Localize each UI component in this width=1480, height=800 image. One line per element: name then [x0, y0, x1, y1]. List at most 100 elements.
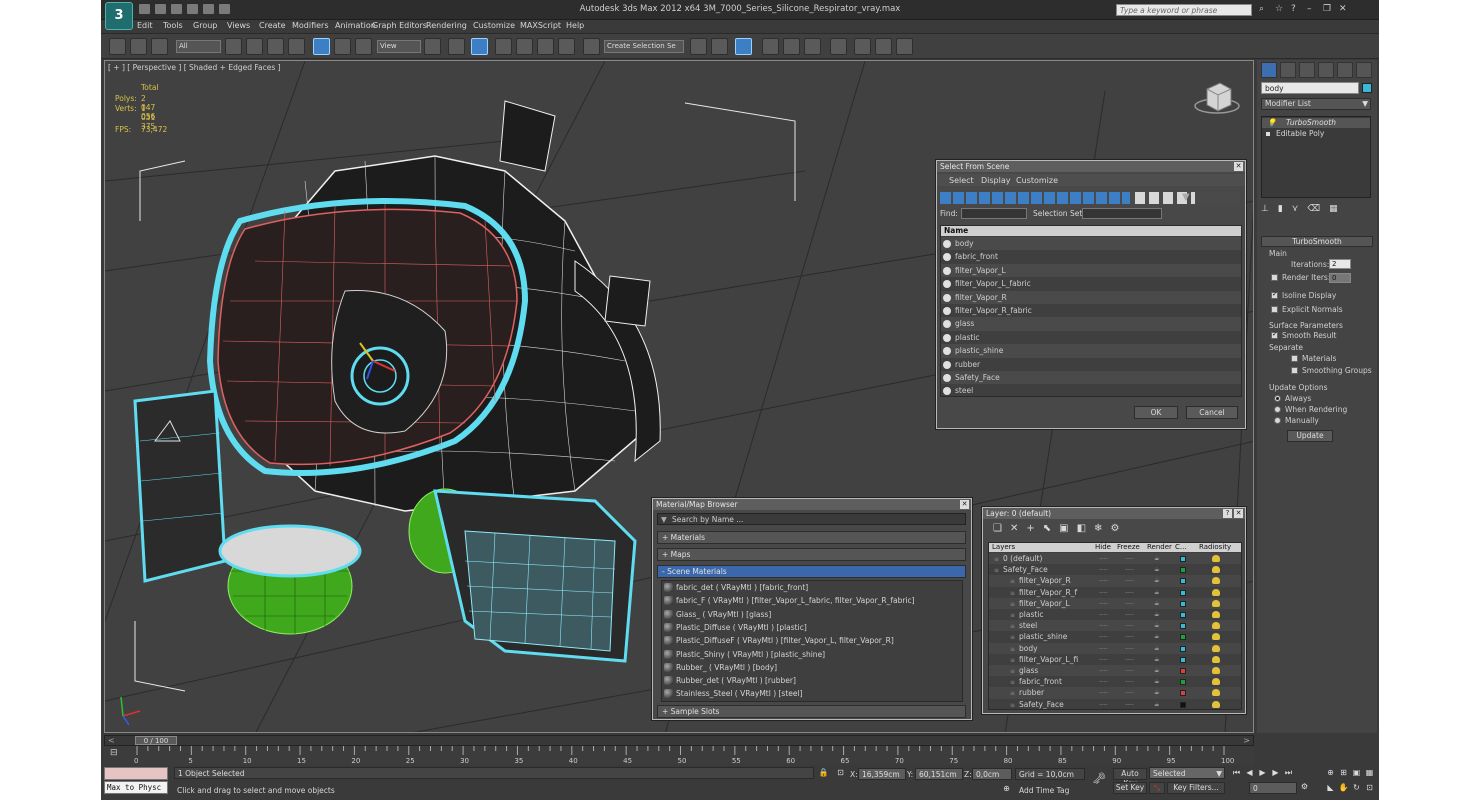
radiosity-bulb-icon[interactable] [1212, 700, 1220, 708]
material-item[interactable]: fabric_F ( VRayMtl ) [filter_Vapor_L_fab… [662, 594, 962, 607]
select-by-name-icon[interactable] [246, 38, 263, 55]
auto-key-button[interactable]: Auto Key [1113, 768, 1147, 788]
separate-materials-checkbox[interactable] [1291, 355, 1298, 362]
material-item[interactable]: fabric_det ( VRayMtl ) [fabric_front] [662, 581, 962, 594]
smooth-result-checkbox[interactable] [1271, 330, 1278, 339]
layer-color-swatch[interactable] [1180, 634, 1186, 641]
list-item[interactable]: glass [941, 317, 1241, 331]
binoculars-icon[interactable]: ⌕ [1259, 5, 1270, 15]
material-item[interactable]: Plastic_Shiny ( VRayMtl ) [plastic_shine… [662, 648, 962, 661]
freeze-toggle[interactable]: ---- [1125, 631, 1134, 642]
make-unique-icon[interactable]: ⋎ [1292, 204, 1299, 214]
render-teapot-icon[interactable]: ☕ [1154, 687, 1159, 698]
zoom-extents-all-icon[interactable]: ▦ [1364, 768, 1375, 779]
object-color-swatch[interactable] [1362, 83, 1372, 93]
edit-named-selection-icon[interactable] [583, 38, 600, 55]
key-filter-icon[interactable]: ⤡ [1149, 782, 1165, 794]
unlink-icon[interactable] [130, 38, 147, 55]
close-icon[interactable]: ✕ [1234, 509, 1243, 518]
radiosity-bulb-icon[interactable] [1212, 611, 1220, 618]
layer-color-swatch[interactable] [1180, 578, 1186, 585]
radiosity-bulb-icon[interactable] [1212, 633, 1220, 641]
help-icon[interactable]: ? [1291, 5, 1302, 15]
add-time-tag[interactable]: Add Time Tag [1019, 786, 1069, 795]
highlight-layer-icon[interactable]: ▣ [1059, 523, 1068, 534]
update-manually-radio[interactable] [1274, 417, 1281, 424]
explicit-normals-checkbox[interactable] [1271, 306, 1278, 313]
close-icon[interactable]: ✕ [1234, 162, 1243, 171]
select-in-layer-icon[interactable]: ⬉ [1043, 523, 1051, 534]
pivot-center-icon[interactable] [424, 38, 441, 55]
named-selection-set-dropdown[interactable]: Create Selection Se [604, 40, 684, 53]
hide-toggle[interactable]: ---- [1099, 643, 1108, 654]
hide-toggle[interactable]: ---- [1099, 676, 1108, 687]
update-when-rendering-radio[interactable] [1274, 406, 1281, 413]
layer-manager-title[interactable]: Layer: 0 (default) [983, 508, 1245, 519]
pan-icon[interactable]: ✋ [1338, 783, 1349, 794]
layer-row[interactable]: Safety_Face ≡ ---- ---- ☕ [989, 564, 1241, 575]
set-key-button[interactable]: Set Key [1113, 782, 1147, 794]
freeze-toggle[interactable]: ---- [1125, 643, 1134, 654]
material-item[interactable]: Stainless_Steel ( VRayMtl ) [steel] [662, 687, 962, 700]
layer-color-swatch[interactable] [1180, 701, 1186, 708]
column-layers[interactable]: Layers [992, 543, 1015, 552]
window-crossing-icon[interactable] [288, 38, 305, 55]
viewport-label[interactable]: [ + ] [ Perspective ] [ Shaded + Edged F… [108, 63, 281, 72]
select-object-icon[interactable] [225, 38, 242, 55]
render-teapot-icon[interactable]: ☕ [1154, 631, 1159, 642]
mirror-icon[interactable] [690, 38, 707, 55]
menu-edit[interactable]: Edit [137, 21, 153, 30]
render-iters-checkbox[interactable] [1271, 274, 1278, 281]
menu-tools[interactable]: Tools [163, 21, 183, 30]
layer-row[interactable]: filter_Vapor_R_f ≡ ---- ---- ☕ [989, 587, 1241, 598]
radiosity-bulb-icon[interactable] [1212, 655, 1220, 663]
group-scene-materials[interactable]: - Scene Materials [657, 565, 966, 578]
bulb-icon[interactable]: 💡 [1267, 118, 1276, 128]
create-layer-icon[interactable]: ❏ [993, 523, 1002, 534]
curve-editor-icon[interactable] [783, 38, 800, 55]
hide-toggle[interactable]: ---- [1099, 665, 1108, 676]
material-browser-title[interactable]: Material/Map Browser [653, 499, 971, 510]
funnel-icon[interactable]: ▼ [1182, 192, 1204, 204]
selection-set-dropdown[interactable] [1082, 208, 1162, 219]
radiosity-bulb-icon[interactable] [1212, 566, 1220, 574]
render-setup-icon[interactable] [854, 38, 871, 55]
menu-modifiers[interactable]: Modifiers [292, 21, 329, 30]
next-key-icon[interactable]: ▶ [1270, 768, 1281, 779]
orbit-icon[interactable]: ↻ [1351, 783, 1362, 794]
motion-tab-icon[interactable] [1318, 62, 1334, 78]
snap-toggle-icon[interactable] [495, 38, 512, 55]
hide-toggle[interactable]: ---- [1099, 631, 1108, 642]
close-icon[interactable]: ✕ [960, 500, 969, 509]
menu-customize[interactable]: Customize [473, 21, 515, 30]
maxscript-output[interactable]: Max to Physc [104, 781, 168, 794]
expand-icon[interactable] [1266, 132, 1270, 136]
dropdown-arrow-icon[interactable]: ▼ [661, 514, 667, 525]
list-item[interactable]: filter_Vapor_L [941, 263, 1241, 278]
hide-toggle[interactable]: ---- [1099, 564, 1108, 575]
layer-row[interactable]: rubber ≡ ---- ---- ☕ [989, 687, 1241, 699]
freeze-toggle[interactable]: ---- [1125, 665, 1134, 676]
layer-row[interactable]: body ≡ ---- ---- ☕ [989, 642, 1241, 654]
hide-toggle[interactable]: ---- [1099, 587, 1108, 598]
layer-row[interactable]: Safety_Face ≡ ---- ---- ☕ [989, 699, 1241, 709]
utilities-tab-icon[interactable] [1356, 62, 1372, 78]
render-teapot-icon[interactable]: ☕ [1154, 676, 1159, 687]
prev-frame-icon[interactable]: < [105, 736, 135, 745]
layer-manager-icon[interactable] [735, 38, 752, 55]
search-input[interactable]: Type a keyword or phrase [1116, 4, 1252, 16]
menu-customize[interactable]: Customize [1016, 176, 1058, 185]
reference-coord-dropdown[interactable]: View [377, 40, 421, 53]
freeze-toggle[interactable]: ---- [1125, 654, 1134, 665]
modify-tab-icon[interactable] [1280, 62, 1296, 78]
menu-select[interactable]: Select [949, 176, 974, 185]
layer-props-icon[interactable]: ⚙ [1110, 523, 1119, 534]
freeze-toggle[interactable]: ---- [1125, 620, 1134, 631]
radiosity-bulb-icon[interactable] [1212, 577, 1220, 585]
material-item[interactable]: Plastic_Diffuse ( VRayMtl ) [plastic] [662, 621, 962, 634]
update-always-radio[interactable] [1274, 395, 1281, 402]
object-name-field[interactable]: body [1261, 82, 1359, 94]
list-item[interactable]: body [941, 237, 1241, 251]
isoline-display-checkbox[interactable] [1271, 290, 1278, 299]
list-item[interactable]: Safety_Face [941, 371, 1241, 385]
